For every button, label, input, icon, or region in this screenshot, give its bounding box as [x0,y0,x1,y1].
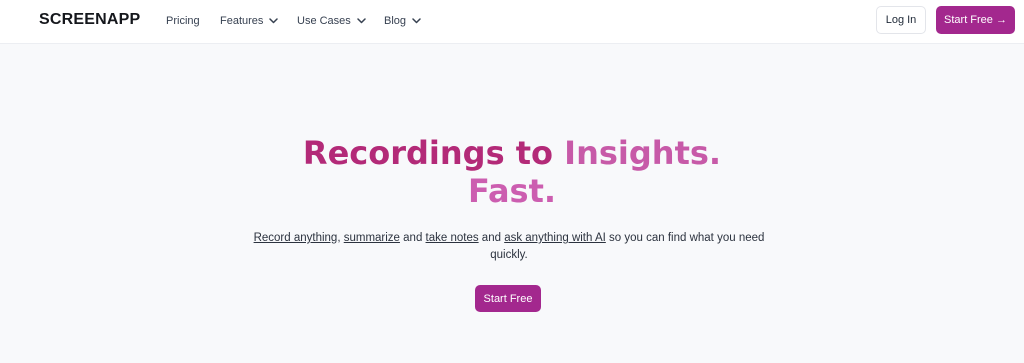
start-free-hero-button[interactable]: Start Free [475,285,541,312]
start-free-nav-button[interactable]: Start Free → [936,6,1015,34]
chevron-down-icon [357,18,366,24]
link-take-notes[interactable]: take notes [426,232,479,244]
hero-title: Recordings to Insights. Fast. [0,134,1024,210]
subtitle-separator: and [478,232,505,244]
link-record-anything[interactable]: Record anything [254,232,338,244]
nav-blog[interactable]: Blog [384,13,421,29]
chevron-down-icon [412,18,421,24]
waveform-logo-icon [3,10,32,30]
link-summarize[interactable]: summarize [344,232,400,244]
nav-pricing[interactable]: Pricing [166,13,200,29]
hero-subtitle: Record anything, summarize and take note… [244,230,774,264]
nav-features[interactable]: Features [220,13,279,29]
nav-pricing-label: Pricing [166,15,200,27]
nav-use-cases-label: Use Cases [297,15,351,27]
hero-title-part2: Insights. [564,134,722,172]
link-ask-anything-with-ai[interactable]: ask anything with AI [504,232,606,244]
top-navbar: SCREENAPP Pricing Features Use Cases Blo… [0,0,1024,44]
subtitle-separator: and [399,232,426,244]
brand-name: SCREENAPP [39,11,141,28]
nav-use-cases[interactable]: Use Cases [297,13,366,29]
nav-blog-label: Blog [384,15,407,27]
login-button[interactable]: Log In [876,6,926,34]
chevron-down-icon [269,18,279,24]
hero-title-line2: Fast. [467,172,557,210]
nav-features-label: Features [220,15,264,27]
hero-title-part1: Recordings to [302,134,554,172]
brand-logo[interactable]: SCREENAPP [3,10,140,30]
